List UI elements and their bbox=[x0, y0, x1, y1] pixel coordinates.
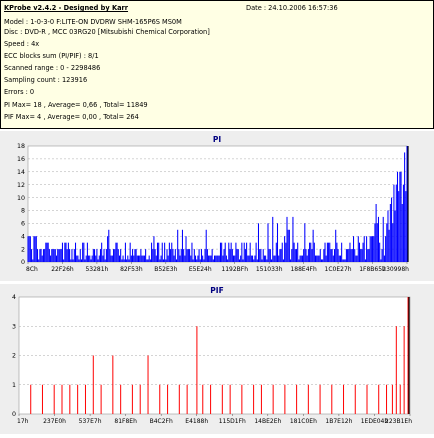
y-tick-label: 1 bbox=[12, 382, 16, 389]
ecc-blocks-info: ECC blocks sum (PI/PIF) : 8/1 bbox=[4, 52, 99, 60]
y-tick-label: 2 bbox=[12, 353, 16, 360]
x-tick-label: 537E7h bbox=[79, 418, 102, 425]
pi-summary: PI Max= 18 , Average= 0,66 , Total= 1184… bbox=[4, 101, 148, 109]
y-tick-label: 4 bbox=[12, 294, 16, 301]
y-tick-label: 12 bbox=[17, 182, 25, 189]
pi-chart-panel: PI 0 2 4 6 8 10 12 14 16 18 8Ch 22F26h 53281h 82F53h B5… bbox=[0, 131, 434, 281]
x-tick-label: 1C0E27h bbox=[325, 266, 352, 273]
speed-info: Speed : 4x bbox=[4, 40, 40, 48]
y-tick-label: 8 bbox=[21, 208, 25, 215]
x-tick-label: 53281h bbox=[85, 266, 108, 273]
y-tick-label: 6 bbox=[21, 221, 25, 228]
x-tick-label: 1B7E12h bbox=[325, 418, 352, 425]
x-tick-label: E5E24h bbox=[189, 266, 212, 273]
x-tick-label: 17h bbox=[17, 418, 29, 425]
x-tick-label: 230998h bbox=[382, 266, 409, 273]
y-tick-label: 2 bbox=[21, 246, 25, 253]
x-tick-label: B52E3h bbox=[154, 266, 177, 273]
x-tick-label: 14BE2Eh bbox=[254, 418, 281, 425]
x-tick-label: 81F8Eh bbox=[114, 418, 137, 425]
y-tick-label: 0 bbox=[12, 411, 16, 418]
y-tick-label: 16 bbox=[17, 156, 25, 163]
disc-info: Disc : DVD-R , MCC 03RG20 [Mitsubishi Ch… bbox=[4, 28, 210, 36]
x-tick-label: 22F26h bbox=[51, 266, 74, 273]
chart-title: PIF bbox=[210, 286, 223, 295]
x-tick-label: E4188h bbox=[185, 418, 208, 425]
y-tick-label: 10 bbox=[17, 195, 25, 202]
x-tick-label: 223B1Eh bbox=[385, 418, 412, 425]
x-tick-label: 1192BFh bbox=[221, 266, 248, 273]
sampling-count-info: Sampling count : 123916 bbox=[4, 76, 88, 84]
errors-info: Errors : 0 bbox=[4, 88, 35, 96]
y-tick-label: 4 bbox=[21, 233, 25, 240]
pif-chart-panel: PIF 0 1 2 3 4 17h 237E0h 537E7h 81F8Eh B4C2Fh E4188… bbox=[0, 284, 434, 434]
info-panel: KProbe v2.4.2 - Designed by Karr Date : … bbox=[0, 0, 434, 129]
x-tick-label: 237E0h bbox=[43, 418, 66, 425]
app-title: KProbe v2.4.2 - Designed by Karr bbox=[4, 4, 129, 12]
y-tick-label: 18 bbox=[17, 143, 25, 150]
drive-model: Model : 1-0-3-0 F:LITE-ON DVDRW SHM-165P… bbox=[4, 18, 182, 26]
y-tick-label: 14 bbox=[17, 169, 25, 176]
scan-date: Date : 24.10.2006 16:57:36 bbox=[246, 4, 338, 12]
scanned-range-info: Scanned range : 0 - 2298486 bbox=[4, 64, 101, 72]
x-tick-label: 188E4Fh bbox=[290, 266, 317, 273]
pif-chart: PIF 0 1 2 3 4 17h 237E0h 537E7h 81F8Eh B4C2Fh E4188… bbox=[12, 286, 412, 425]
pi-chart: PI 0 2 4 6 8 10 12 14 16 18 8Ch 22F26h 53281h 82F53h B5… bbox=[17, 135, 409, 273]
x-tick-label: 8Ch bbox=[26, 266, 38, 273]
y-tick-label: 0 bbox=[21, 259, 25, 266]
x-tick-label: 151033h bbox=[256, 266, 283, 273]
x-tick-label: 82F53h bbox=[120, 266, 143, 273]
x-tick-label: 181C0Eh bbox=[290, 418, 317, 425]
x-tick-label: B4C2Fh bbox=[150, 418, 173, 425]
chart-title: PI bbox=[213, 135, 221, 144]
y-tick-label: 3 bbox=[12, 323, 16, 330]
pif-summary: PIF Max= 4 , Average= 0,00 , Total= 264 bbox=[4, 113, 139, 121]
x-tick-label: 115D1Fh bbox=[219, 418, 246, 425]
